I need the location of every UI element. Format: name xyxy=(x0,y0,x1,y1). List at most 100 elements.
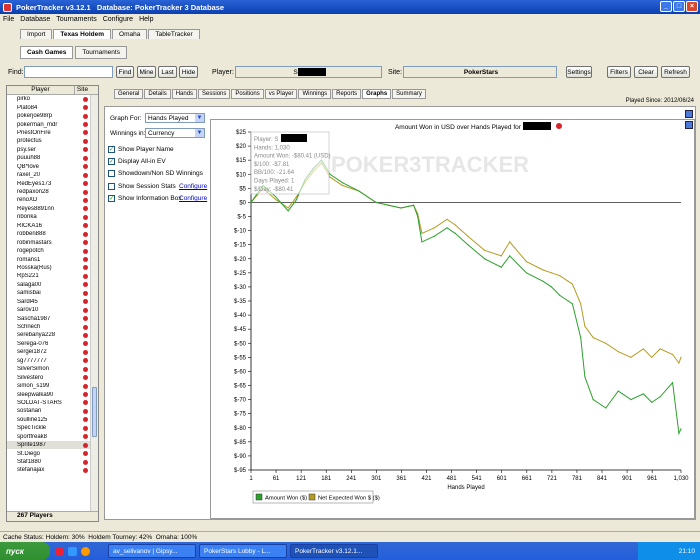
configure-info-link[interactable]: Configure xyxy=(179,195,207,202)
maximize-button[interactable]: □ xyxy=(673,1,685,12)
player-row[interactable]: protectus xyxy=(7,137,90,145)
player-row[interactable]: renoXD xyxy=(7,196,90,204)
player-row[interactable]: redpaxon28 xyxy=(7,188,90,196)
player-row[interactable]: serebanya228 xyxy=(7,331,90,339)
stat-tab-graphs[interactable]: Graphs xyxy=(362,89,392,99)
export-icon[interactable] xyxy=(685,110,693,118)
show-player-name-checkbox[interactable]: ✓ Show Player Name xyxy=(108,146,174,153)
showdown-checkbox[interactable]: Showdown/Non SD Winnings xyxy=(108,170,203,177)
player-row[interactable]: Reyes8891nn xyxy=(7,205,90,213)
filters-button[interactable]: Filters xyxy=(607,66,631,78)
menu-file[interactable]: File xyxy=(3,16,14,23)
player-row[interactable]: salaga00 xyxy=(7,281,90,289)
player-row[interactable]: Sascha1987 xyxy=(7,314,90,322)
player-row[interactable]: raxel_20 xyxy=(7,171,90,179)
last-button[interactable]: Last xyxy=(158,66,177,78)
hide-button[interactable]: Hide xyxy=(179,66,198,78)
taskbar-item-gipsy[interactable]: av_selivanov | Gipsy... xyxy=(108,544,196,558)
clear-button[interactable]: Clear xyxy=(634,66,658,78)
info-box-checkbox[interactable]: ✓ Show Information Box xyxy=(108,195,182,202)
player-row[interactable]: SilverSimon xyxy=(7,365,90,373)
folder-icon[interactable] xyxy=(68,546,77,556)
player-row[interactable]: simon_s199 xyxy=(7,382,90,390)
player-row[interactable]: Sprite1987 xyxy=(7,440,90,450)
player-row[interactable]: RICKA16 xyxy=(7,222,90,230)
player-row[interactable]: RedEyes173 xyxy=(7,179,90,187)
stat-tab-vs-player[interactable]: vs Player xyxy=(264,89,298,99)
player-row[interactable]: Plato84 xyxy=(7,103,90,111)
print-icon[interactable] xyxy=(685,121,693,129)
taskbar-item-pokertracker[interactable]: PokerTracker v3.12.1... xyxy=(290,544,378,558)
stat-tab-general[interactable]: General xyxy=(114,89,144,99)
mine-button[interactable]: Mine xyxy=(137,66,156,78)
player-row[interactable]: St.Diego xyxy=(7,449,90,457)
player-row[interactable]: pokerjoe98rp xyxy=(7,112,90,120)
player-row[interactable]: Schnech xyxy=(7,323,90,331)
player-row[interactable]: rogepotch xyxy=(7,247,90,255)
player-row[interactable]: pirko xyxy=(7,95,90,103)
site-column-header[interactable]: Site xyxy=(74,86,90,94)
graph-for-select[interactable]: Hands Played ▼ xyxy=(145,113,205,123)
player-row[interactable]: pokerman_mdr xyxy=(7,120,90,128)
winnings-select[interactable]: Currency ▼ xyxy=(145,128,205,138)
menu-help[interactable]: Help xyxy=(139,16,153,23)
player-row[interactable]: puuuh88 xyxy=(7,154,90,162)
stat-tab-summary[interactable]: Summary xyxy=(392,89,426,99)
player-list-scrollbar[interactable] xyxy=(90,95,98,511)
tab-tournaments[interactable]: Tournaments xyxy=(75,46,127,59)
player-row[interactable]: robben888 xyxy=(7,230,90,238)
player-row[interactable]: psy.ser xyxy=(7,146,90,154)
settings-button[interactable]: Settings xyxy=(566,66,592,78)
close-button[interactable]: × xyxy=(686,1,698,12)
taskbar-item-pokerstars[interactable]: PokerStars Lobby - L... xyxy=(199,544,287,558)
stat-tab-details[interactable]: Details xyxy=(144,89,171,99)
menu-database[interactable]: Database xyxy=(20,16,50,23)
player-row[interactable]: stefanajax xyxy=(7,466,90,474)
player-row[interactable]: RpS221 xyxy=(7,272,90,280)
find-input[interactable] xyxy=(24,66,113,78)
refresh-button[interactable]: Refresh xyxy=(661,66,690,78)
minimize-button[interactable]: _ xyxy=(660,1,672,12)
player-row[interactable]: sarov10 xyxy=(7,306,90,314)
stat-tab-reports[interactable]: Reports xyxy=(332,89,362,99)
tab-tabletracker[interactable]: TableTracker xyxy=(148,29,200,39)
player-row[interactable]: Sardl45 xyxy=(7,298,90,306)
player-row[interactable]: samisbai xyxy=(7,289,90,297)
scrollbar-thumb[interactable] xyxy=(92,387,97,437)
player-row[interactable]: Serega-076 xyxy=(7,340,90,348)
player-row[interactable]: sportfreak8 xyxy=(7,433,90,441)
session-stats-checkbox[interactable]: Show Session Stats xyxy=(108,183,176,190)
stat-tab-winnings[interactable]: Winnings xyxy=(298,89,332,99)
player-row[interactable]: QB*love xyxy=(7,163,90,171)
player-row[interactable]: sg7777777 xyxy=(7,357,90,365)
player-row[interactable]: sostanan xyxy=(7,407,90,415)
tab-import[interactable]: Import xyxy=(20,29,53,39)
player-row[interactable]: SOLDAT-STARS xyxy=(7,399,90,407)
player-row[interactable]: sleepwalka90 xyxy=(7,390,90,398)
stat-tab-positions[interactable]: Positions xyxy=(231,89,264,99)
start-button[interactable]: пуск xyxy=(0,542,50,560)
tab-omaha[interactable]: Omaha xyxy=(112,29,148,39)
tab-cash-games[interactable]: Cash Games xyxy=(20,46,74,59)
menu-tournaments[interactable]: Tournaments xyxy=(56,16,96,23)
stat-tab-hands[interactable]: Hands xyxy=(171,89,198,99)
display-allin-ev-checkbox[interactable]: ✓ Display All-in EV xyxy=(108,158,166,165)
find-button[interactable]: Find xyxy=(116,66,134,78)
player-row[interactable]: Staf1880 xyxy=(7,458,90,466)
player-row[interactable]: PriestOnFire xyxy=(7,129,90,137)
player-row[interactable]: robinmastars xyxy=(7,238,90,246)
player-column-header[interactable]: Player xyxy=(7,86,74,94)
player-row[interactable]: soulline125 xyxy=(7,416,90,424)
player-row[interactable]: Silvestero xyxy=(7,373,90,381)
chrome-icon[interactable] xyxy=(55,546,64,556)
tab-texas-holdem[interactable]: Texas Holdem xyxy=(53,29,112,39)
player-row[interactable]: sergei1872 xyxy=(7,348,90,356)
configure-session-link[interactable]: Configure xyxy=(179,183,207,190)
player-row[interactable]: ribonka xyxy=(7,213,90,221)
player-row[interactable]: romans1 xyxy=(7,255,90,263)
firefox-icon[interactable] xyxy=(81,546,90,556)
player-row[interactable]: SpecTickle xyxy=(7,424,90,432)
stat-tab-sessions[interactable]: Sessions xyxy=(198,89,231,99)
menu-configure[interactable]: Configure xyxy=(103,16,133,23)
player-row[interactable]: Rosska(Rus) xyxy=(7,264,90,272)
